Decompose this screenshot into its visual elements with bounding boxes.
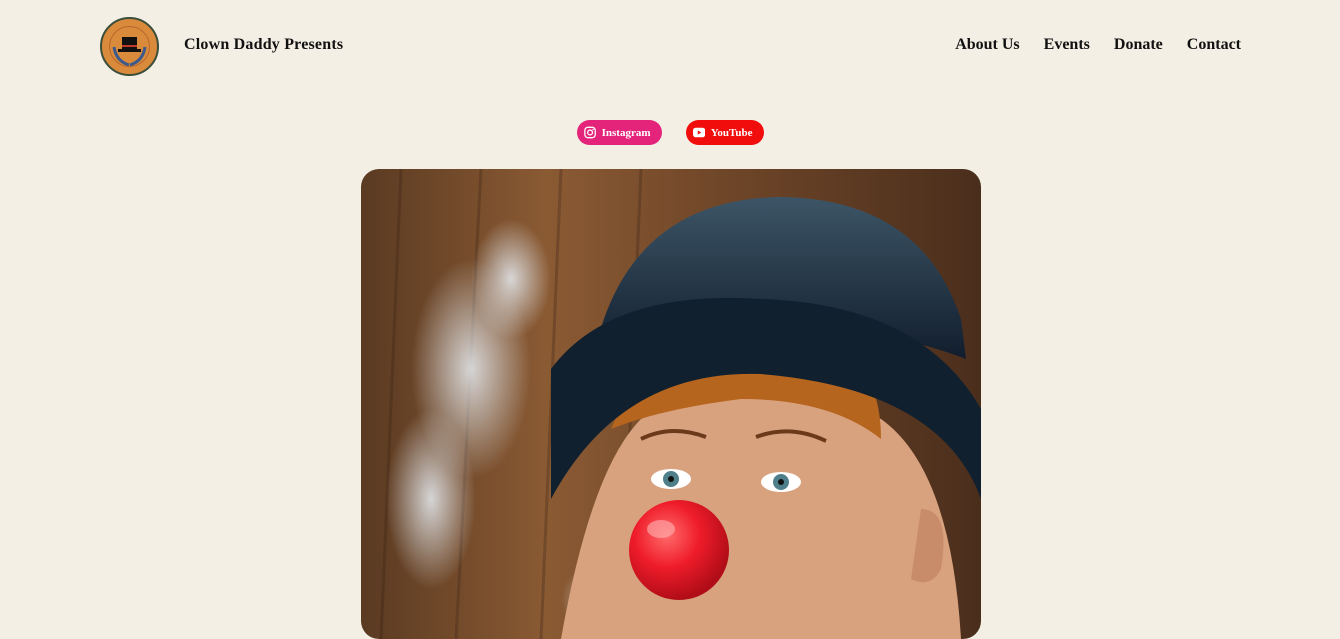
social-links: Instagram YouTube — [0, 120, 1340, 145]
youtube-button[interactable]: YouTube — [685, 120, 764, 145]
instagram-icon — [583, 126, 596, 139]
site-title[interactable]: Clown Daddy Presents — [184, 36, 343, 54]
site-header: Clown Daddy Presents About Us Events Don… — [0, 0, 1340, 92]
youtube-icon — [692, 127, 705, 138]
nav-donate[interactable]: Donate — [1114, 36, 1163, 54]
nav-contact[interactable]: Contact — [1187, 36, 1241, 54]
site-logo[interactable] — [100, 17, 159, 76]
nav-about-us[interactable]: About Us — [955, 36, 1019, 54]
nav-events[interactable]: Events — [1044, 36, 1090, 54]
youtube-label: YouTube — [710, 126, 753, 139]
instagram-label: Instagram — [601, 126, 651, 139]
hero-image — [361, 169, 981, 639]
instagram-button[interactable]: Instagram — [576, 120, 662, 145]
main-nav: About Us Events Donate Contact — [955, 36, 1241, 54]
